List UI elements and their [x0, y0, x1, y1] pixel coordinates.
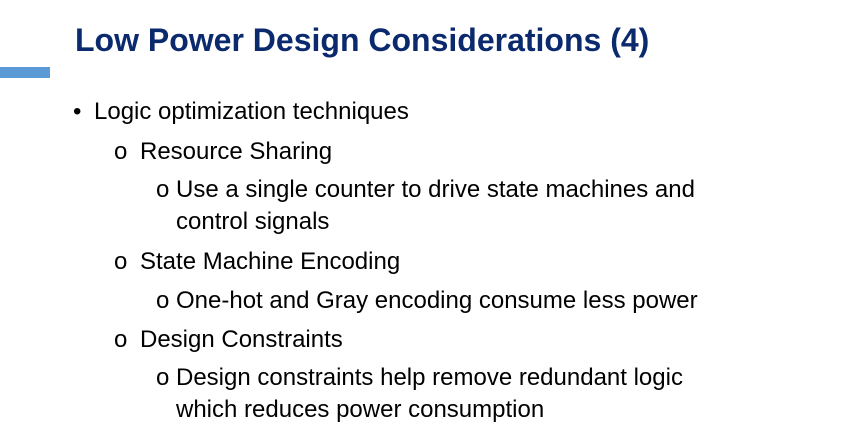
sub-sub-bullet-icon: o	[156, 287, 170, 314]
detail-design-constraints-line2: which reduces power consumption	[176, 396, 545, 423]
sub-sub-bullet-icon: o	[156, 364, 170, 391]
slide: Low Power Design Considerations (4) • Lo…	[0, 0, 850, 447]
accent-bar	[0, 67, 50, 78]
sub-bullet-icon: o	[114, 138, 128, 165]
sub-bullet-design-constraints: Design Constraints	[140, 326, 343, 353]
detail-resource-sharing-line2: control signals	[176, 208, 330, 235]
detail-state-machine-encoding: One-hot and Gray encoding consume less p…	[176, 287, 698, 314]
sub-bullet-icon: o	[114, 326, 128, 353]
bullet-icon: •	[73, 98, 82, 125]
sub-bullet-state-machine-encoding: State Machine Encoding	[140, 248, 401, 275]
sub-bullet-icon: o	[114, 248, 128, 275]
sub-bullet-resource-sharing: Resource Sharing	[140, 138, 333, 165]
detail-design-constraints-line1: Design constraints help remove redundant…	[176, 364, 683, 391]
sub-sub-bullet-icon: o	[156, 176, 170, 203]
slide-title: Low Power Design Considerations (4)	[75, 22, 650, 58]
detail-resource-sharing-line1: Use a single counter to drive state mach…	[176, 176, 695, 203]
bullet-logic-optimization: Logic optimization techniques	[94, 98, 409, 125]
